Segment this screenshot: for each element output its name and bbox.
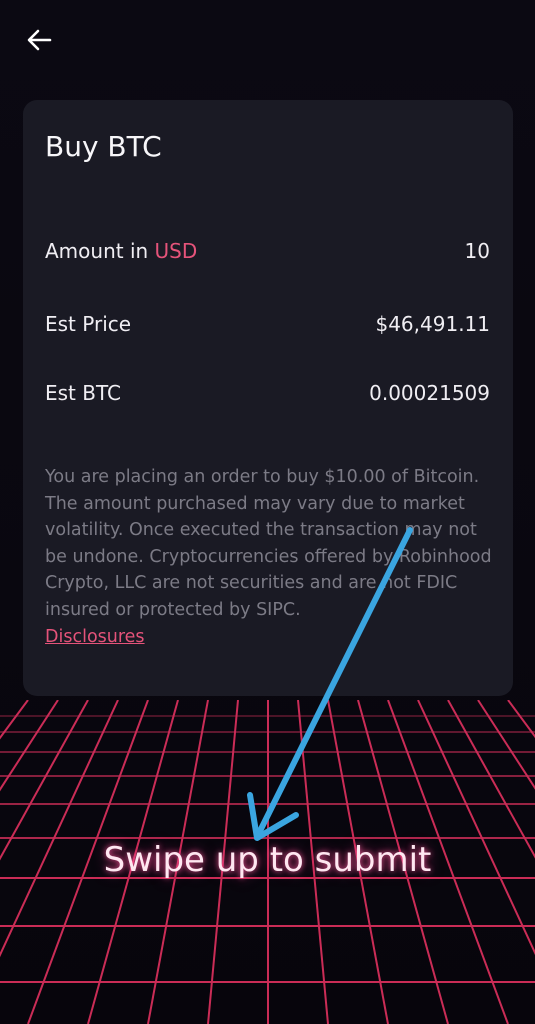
arrow-left-icon xyxy=(27,29,52,51)
amount-label-prefix: Amount in xyxy=(45,239,155,263)
amount-value[interactable]: 10 xyxy=(465,239,490,263)
order-disclaimer: You are placing an order to buy $10.00 o… xyxy=(45,467,492,620)
est-btc-row: Est BTC 0.00021509 xyxy=(45,378,490,408)
order-card: Buy BTC Amount in USD 10 Est Price $46,4… xyxy=(23,100,513,696)
swipe-to-submit[interactable]: Swipe up to submit xyxy=(0,840,535,880)
amount-row[interactable]: Amount in USD 10 xyxy=(45,236,490,266)
back-button[interactable] xyxy=(20,22,58,58)
est-price-label: Est Price xyxy=(45,312,132,336)
est-btc-label: Est BTC xyxy=(45,381,121,405)
est-price-row: Est Price $46,491.11 xyxy=(45,309,490,339)
card-title: Buy BTC xyxy=(45,130,162,163)
disclosures-link[interactable]: Disclosures xyxy=(45,627,145,647)
amount-label: Amount in USD xyxy=(45,239,197,263)
est-btc-value: 0.00021509 xyxy=(369,381,490,405)
est-price-value: $46,491.11 xyxy=(375,312,490,336)
currency-toggle[interactable]: USD xyxy=(155,239,198,263)
